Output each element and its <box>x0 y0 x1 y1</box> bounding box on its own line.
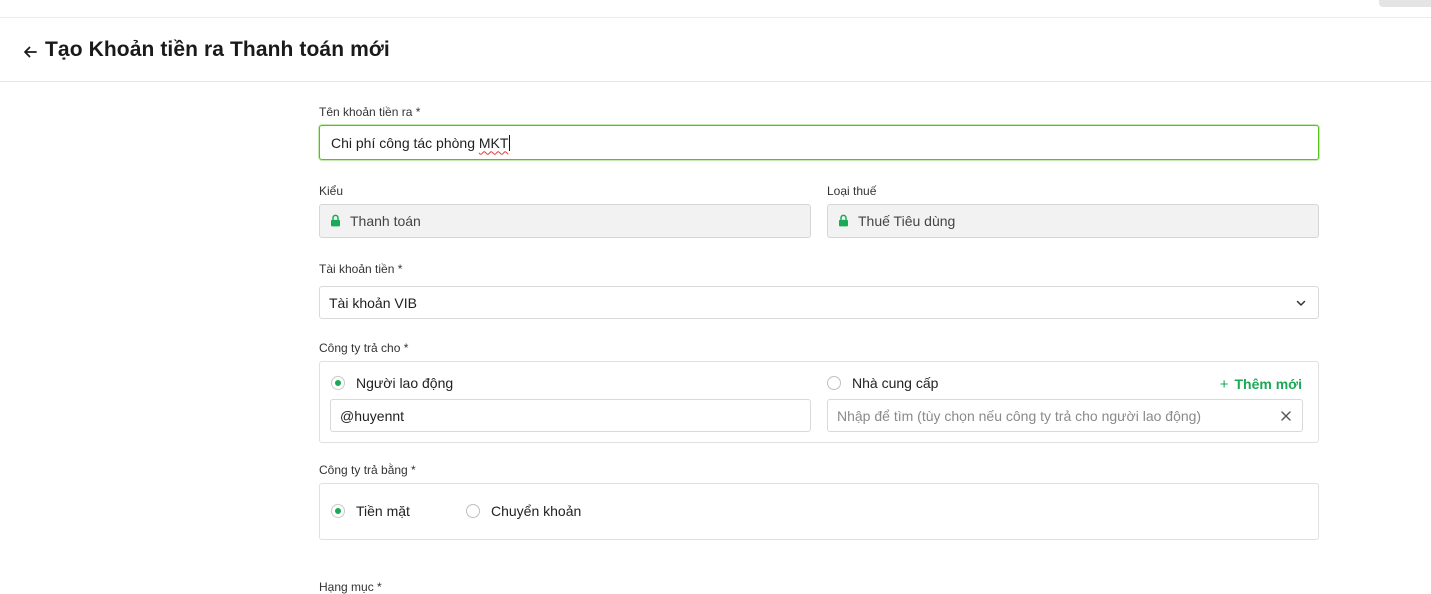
pay-by-label: Công ty trả bằng * <box>319 463 416 477</box>
type-field: Thanh toán <box>319 204 811 238</box>
tax-type-label: Loại thuế <box>827 184 877 198</box>
radio-employee-label: Người lao động <box>356 375 454 391</box>
radio-cash[interactable]: Tiền mặt <box>331 503 410 519</box>
lock-icon <box>331 214 340 227</box>
radio-cash-label: Tiền mặt <box>356 503 410 519</box>
radio-employee[interactable]: Người lao động <box>331 375 453 391</box>
name-label: Tên khoản tiền ra * <box>319 105 421 119</box>
text-caret <box>509 134 511 151</box>
radio-supplier-indicator[interactable] <box>827 376 841 390</box>
add-new-button[interactable]: + Thêm mới <box>1220 376 1302 393</box>
type-value: Thanh toán <box>350 213 421 229</box>
radio-employee-indicator[interactable] <box>331 376 345 390</box>
radio-transfer-indicator[interactable] <box>466 504 480 518</box>
chevron-down-icon <box>1296 300 1306 306</box>
radio-transfer[interactable]: Chuyển khoản <box>466 503 581 519</box>
employee-input[interactable]: @huyennt <box>330 399 811 432</box>
radio-supplier-label: Nhà cung cấp <box>852 375 939 391</box>
money-account-select[interactable]: Tài khoản VIB <box>319 286 1319 319</box>
lock-icon <box>839 214 848 227</box>
arrow-left-icon[interactable] <box>21 43 39 61</box>
name-input[interactable]: Chi phí công tác phòng MKT <box>319 125 1319 160</box>
add-new-label: Thêm mới <box>1234 376 1302 392</box>
name-value-text: Chi phí công tác phòng <box>331 134 479 151</box>
plus-icon: + <box>1219 376 1229 393</box>
tax-type-value: Thuế Tiêu dùng <box>858 213 956 229</box>
tax-type-field: Thuế Tiêu dùng <box>827 204 1319 238</box>
money-account-label: Tài khoản tiền * <box>319 262 403 276</box>
page-title: Tạo Khoản tiền ra Thanh toán mới <box>45 38 390 61</box>
radio-supplier[interactable]: Nhà cung cấp <box>827 375 938 391</box>
page-header: Tạo Khoản tiền ra Thanh toán mới <box>0 18 1431 82</box>
pay-by-box: Tiền mặt Chuyển khoản <box>319 483 1319 540</box>
radio-cash-indicator[interactable] <box>331 504 345 518</box>
close-icon[interactable] <box>1281 410 1291 421</box>
top-bar <box>0 0 1431 18</box>
name-input-value: Chi phí công tác phòng MKT <box>331 134 511 151</box>
money-account-value: Tài khoản VIB <box>329 294 417 311</box>
top-scroll-thumb[interactable] <box>1379 0 1431 7</box>
radio-transfer-label: Chuyển khoản <box>491 503 582 519</box>
name-value-misspelled: MKT <box>478 134 509 151</box>
employee-value: @huyennt <box>340 407 405 424</box>
pay-to-label: Công ty trả cho * <box>319 341 409 355</box>
category-label: Hạng mục * <box>319 580 382 594</box>
pay-to-box: Người lao động Nhà cung cấp + Thêm mới @h… <box>319 361 1319 443</box>
type-label: Kiểu <box>319 184 344 198</box>
supplier-search-input[interactable]: Nhập để tìm (tùy chọn nếu công ty trả ch… <box>827 399 1303 432</box>
supplier-search-placeholder: Nhập để tìm (tùy chọn nếu công ty trả ch… <box>837 407 1202 424</box>
